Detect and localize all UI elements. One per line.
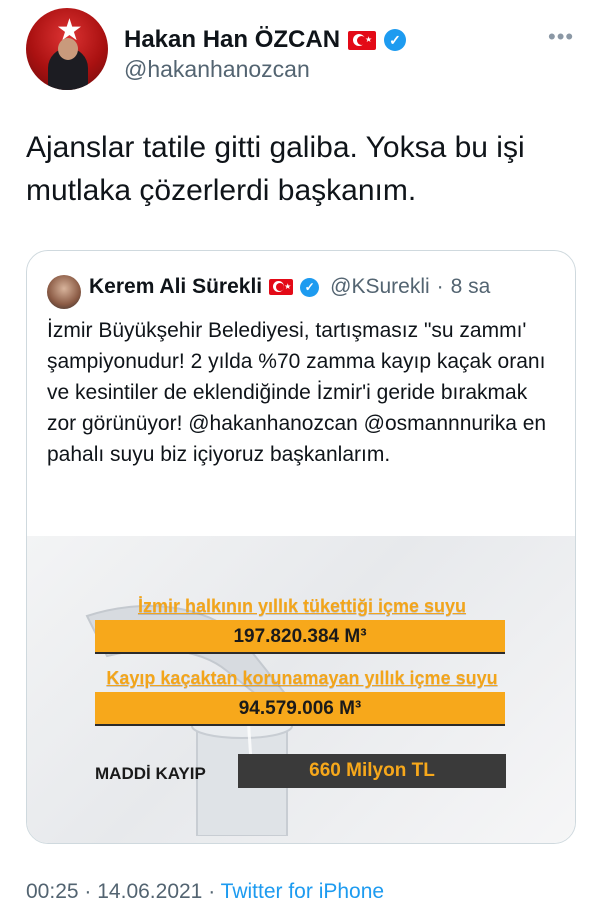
tweet-date[interactable]: 14.06.2021 [97,880,202,903]
turkish-flag-icon: ★ [348,30,377,50]
separator-dot: · [436,275,444,298]
quoted-author-avatar[interactable] [47,275,81,309]
tweet-time[interactable]: 00:25 [26,880,79,903]
avatar-head [58,38,78,60]
author-display-name[interactable]: Hakan Han ÖZCAN [124,26,340,54]
quoted-author-row: Kerem Ali Sürekli ★ ✓ @KSurekli · 8 sa [89,275,490,299]
lost-water-title: Kayıp kaçaktan korunamayan yıllık içme s… [106,668,498,688]
tweet-metadata: 00:25 · 14.06.2021 · Twitter for iPhone [26,880,384,904]
lost-water-value: 94.579.006 M³ [95,692,505,726]
quoted-timestamp[interactable]: 8 sa [451,275,491,299]
tweet-author-avatar[interactable]: ★ [26,8,108,90]
separator-dot: · [84,880,92,903]
more-options-icon[interactable]: ••• [548,26,574,48]
quoted-author-handle[interactable]: @KSurekli [330,275,430,299]
financial-loss-label: MADDİ KAYIP [95,764,206,783]
financial-loss-value: 660 Milyon TL [238,754,506,788]
separator-dot: · [208,880,216,903]
consumed-water-title: İzmir halkının yıllık tükettiği içme suy… [137,596,467,616]
quoted-author-name[interactable]: Kerem Ali Sürekli [89,275,262,299]
quoted-tweet-text: İzmir Büyükşehir Belediyesi, tartışmasız… [47,319,547,466]
author-name-row: Hakan Han ÖZCAN ★ ✓ [124,26,407,54]
verified-badge-icon: ✓ [300,277,320,297]
verified-badge-icon: ✓ [384,29,407,51]
consumed-water-value: 197.820.384 M³ [95,620,505,654]
tweet-text: Ajanslar tatile gitti galiba. Yoksa bu i… [26,131,525,207]
tweet-source-link[interactable]: Twitter for iPhone [221,880,384,903]
quoted-tweet-image[interactable]: İzmir halkının yıllık tükettiği içme suy… [27,536,575,843]
turkish-flag-icon: ★ [269,279,294,295]
quoted-tweet-card[interactable]: Kerem Ali Sürekli ★ ✓ @KSurekli · 8 sa İ… [26,250,576,844]
author-handle[interactable]: @hakanhanozcan [124,56,310,83]
